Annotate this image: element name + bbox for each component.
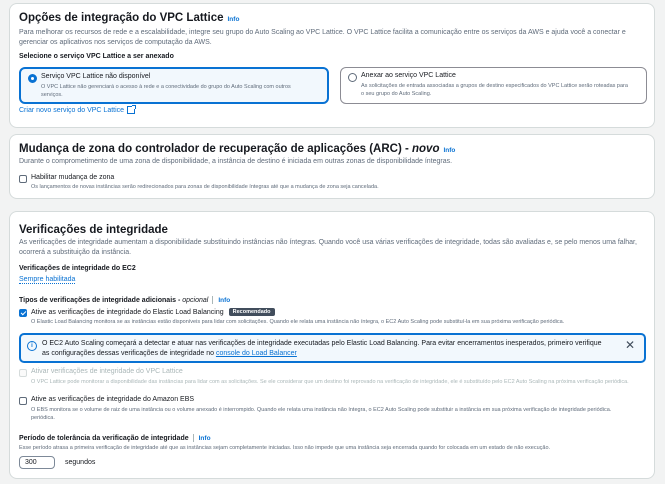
create-lattice-service-link[interactable]: Criar novo serviço do VPC Lattice bbox=[19, 105, 137, 114]
option-description: O VPC Lattice não gerenciará o acesso à … bbox=[41, 84, 291, 98]
radio-unselected[interactable] bbox=[348, 73, 357, 82]
external-link-icon bbox=[127, 105, 137, 114]
elb-health-label: Ative as verificações de integridade do … bbox=[31, 308, 275, 316]
elb-health-desc: O Elastic Load Balancing monitora se as … bbox=[31, 319, 565, 325]
lattice-health-desc: O VPC Lattice pode monitorar a disponibi… bbox=[31, 379, 629, 385]
zonal-shift-heading: Mudança de zona do controlador de recupe… bbox=[19, 143, 455, 155]
alert-text: O EC2 Auto Scaling começará a detectar e… bbox=[42, 340, 602, 357]
lattice-health-checkbox[interactable] bbox=[19, 369, 27, 377]
optional-tag: opcional bbox=[182, 296, 209, 304]
health-checks-panel: Verificações de integridade As verificaç… bbox=[9, 211, 655, 479]
grace-period-input[interactable]: 300 bbox=[19, 456, 55, 469]
option-attach-lattice-tile[interactable]: Anexar ao serviço VPC Lattice As solicit… bbox=[340, 67, 647, 104]
elb-health-label-text: Ative as verificações de integridade do … bbox=[31, 308, 224, 316]
page: Opções de integração do VPC Lattice Info … bbox=[0, 0, 665, 484]
grace-period-label: Período de tolerância da verificação de … bbox=[19, 434, 211, 442]
info-icon: i bbox=[27, 341, 37, 351]
vpc-lattice-panel: Opções de integração do VPC Lattice Info … bbox=[9, 3, 655, 128]
load-balancer-console-link[interactable]: console do Load Balancer bbox=[216, 350, 297, 357]
additional-health-title: Tipos de verificações de integridade adi… bbox=[19, 296, 183, 304]
zonal-shift-description: Durante o comprometimento de uma zona de… bbox=[19, 158, 453, 165]
grace-period-unit: segundos bbox=[65, 459, 96, 466]
recommended-badge: Recomendado bbox=[228, 308, 275, 316]
lattice-health-label: Ativar verificações de integridade do VP… bbox=[31, 368, 183, 375]
option-title: Anexar ao serviço VPC Lattice bbox=[361, 72, 456, 79]
health-checks-description: As verificações de integridade aumentam … bbox=[19, 239, 637, 256]
option-description: As solicitações de entrada associadas a … bbox=[361, 83, 628, 97]
zonal-shift-checkbox-desc: Os lançamentos de novas instâncias serão… bbox=[31, 184, 379, 190]
zonal-shift-info-link[interactable]: Info bbox=[443, 147, 455, 154]
create-link-label: Criar novo serviço do VPC Lattice bbox=[19, 106, 125, 114]
health-checks-title: Verificações de integridade bbox=[19, 224, 168, 236]
ec2-health-label: Verificações de integridade do EC2 bbox=[19, 265, 136, 272]
grace-period-info-link[interactable]: Info bbox=[199, 435, 211, 442]
zonal-shift-checkbox-label: Habilitar mudança de zona bbox=[31, 174, 115, 181]
grace-period-desc: Esse período atrasa a primeira verificaç… bbox=[19, 445, 551, 451]
ebs-health-label: Ative as verificações de integridade do … bbox=[31, 396, 195, 403]
close-icon[interactable]: ✕ bbox=[625, 338, 635, 352]
separator bbox=[212, 296, 214, 304]
elb-info-alert: i O EC2 Auto Scaling começará a detectar… bbox=[19, 333, 646, 363]
ebs-health-checkbox[interactable] bbox=[19, 397, 27, 405]
elb-health-checkbox[interactable] bbox=[19, 309, 27, 317]
ebs-health-desc-cont: periódica. bbox=[31, 415, 55, 421]
grace-period-title: Período de tolerância da verificação de … bbox=[19, 434, 189, 442]
zonal-shift-checkbox[interactable] bbox=[19, 175, 27, 183]
option-title: Serviço VPC Lattice não disponível bbox=[41, 73, 151, 80]
vpc-lattice-title: Opções de integração do VPC Lattice bbox=[19, 12, 224, 24]
additional-health-label: Tipos de verificações de integridade adi… bbox=[19, 296, 230, 304]
radio-selected[interactable] bbox=[28, 74, 37, 83]
zonal-shift-panel: Mudança de zona do controlador de recupe… bbox=[9, 134, 655, 199]
zonal-shift-title: Mudança de zona do controlador de recupe… bbox=[19, 143, 412, 155]
new-tag: novo bbox=[412, 143, 440, 155]
additional-health-info-link[interactable]: Info bbox=[218, 297, 230, 304]
vpc-lattice-heading: Opções de integração do VPC Lattice Info bbox=[19, 12, 239, 24]
vpc-lattice-info-link[interactable]: Info bbox=[228, 16, 240, 23]
alert-message: O EC2 Auto Scaling começará a detectar e… bbox=[42, 339, 602, 359]
ebs-health-desc: O EBS monitora se o volume de raiz de um… bbox=[31, 407, 612, 413]
separator bbox=[192, 434, 194, 442]
select-service-label: Selecione o serviço VPC Lattice a ser an… bbox=[19, 53, 174, 60]
option-no-lattice-tile[interactable]: Serviço VPC Lattice não disponível O VPC… bbox=[19, 67, 329, 104]
vpc-lattice-description: Para melhorar os recursos de rede e a es… bbox=[19, 29, 626, 46]
always-enabled-link[interactable]: Sempre habilitada bbox=[19, 276, 76, 284]
